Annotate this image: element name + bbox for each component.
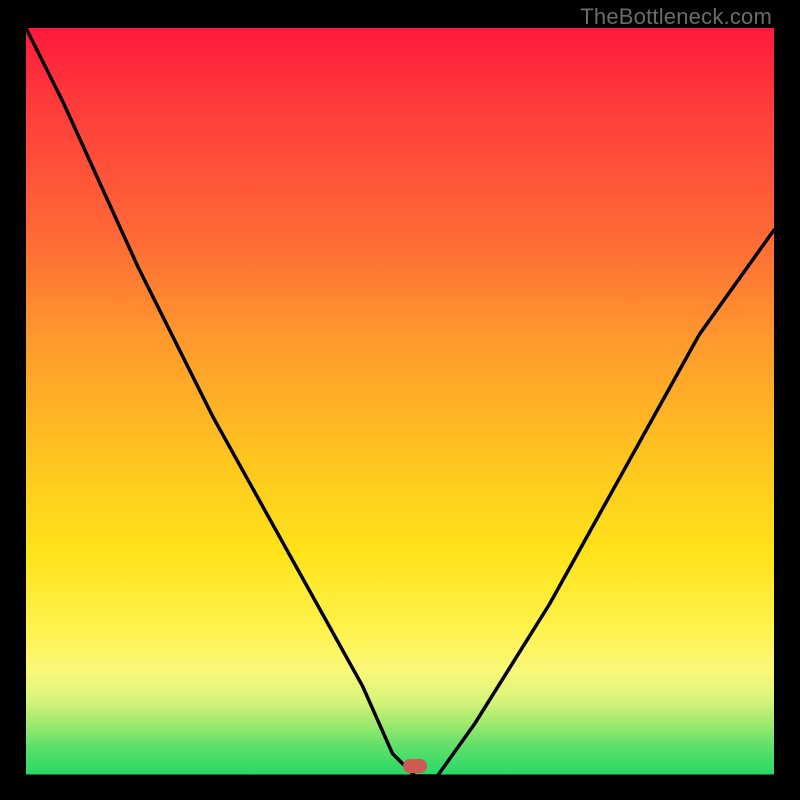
bottleneck-marker bbox=[403, 759, 427, 773]
plot-area bbox=[26, 28, 774, 776]
curve-path bbox=[26, 28, 774, 776]
watermark-text: TheBottleneck.com bbox=[580, 4, 772, 30]
chart-frame: TheBottleneck.com bbox=[0, 0, 800, 800]
curve-svg bbox=[26, 28, 774, 776]
